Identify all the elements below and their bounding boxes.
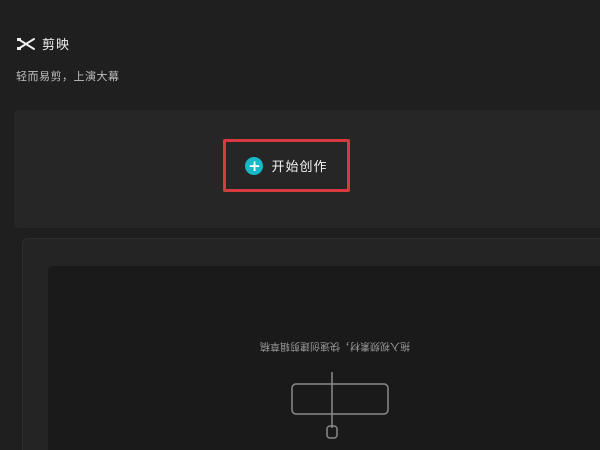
drag-drop-icon xyxy=(291,372,389,439)
app-window: 剪映 轻而易剪，上演大幕 + 开始创作 拖入视频素材，快速创建剪辑草稿 xyxy=(0,0,600,450)
slogan: 轻而易剪，上演大幕 xyxy=(16,70,120,83)
start-creating-label: 开始创作 xyxy=(271,160,328,175)
plus-circle-icon: + xyxy=(245,156,264,175)
capcut-logo-icon xyxy=(17,37,35,50)
drop-hint-text: 拖入视频素材，快速创建剪辑草稿 xyxy=(260,340,410,351)
brand-name: 剪映 xyxy=(42,38,71,53)
start-creating-button[interactable]: + 开始创作 xyxy=(223,139,350,192)
brand: 剪映 xyxy=(16,34,70,53)
